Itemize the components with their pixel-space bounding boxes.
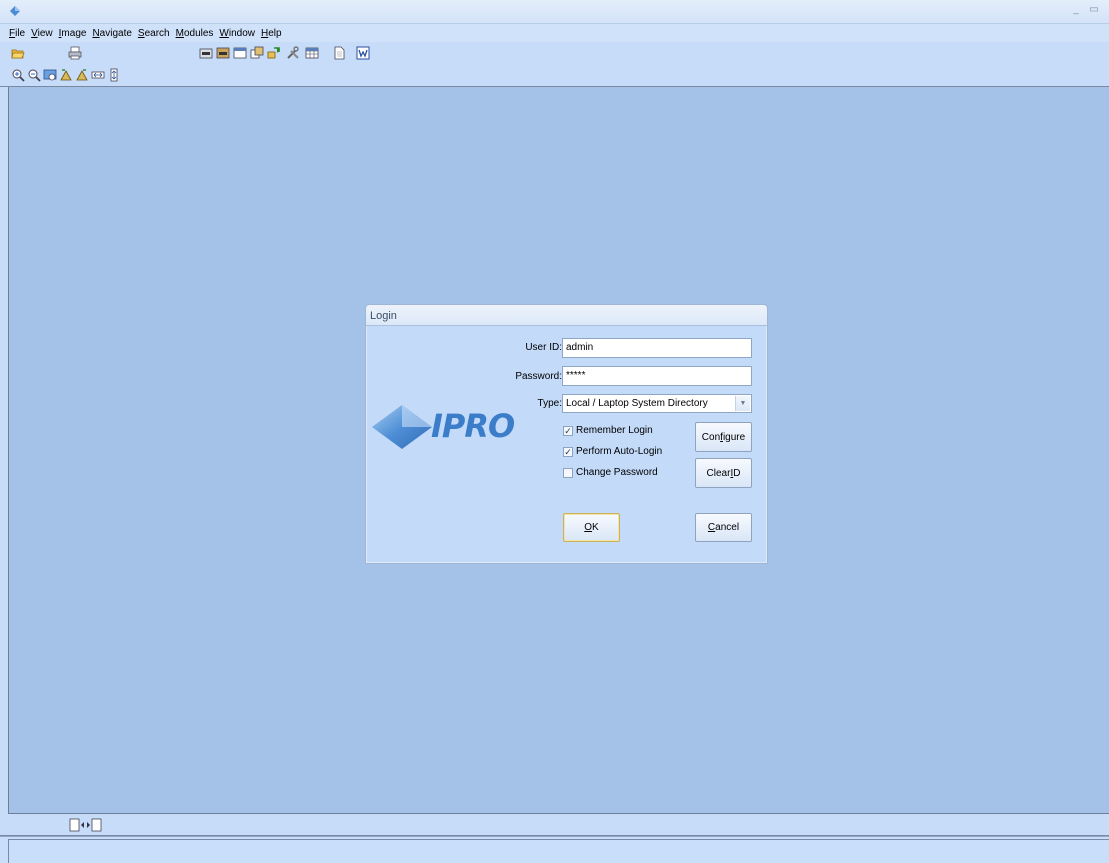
page-navigator-icon[interactable] <box>69 818 103 832</box>
password-label: Password: <box>515 371 562 382</box>
title-bar: _ ▭ <box>0 0 1109 24</box>
menu-window[interactable]: Window <box>216 28 258 39</box>
menu-image[interactable]: Image <box>56 28 90 39</box>
zoom-in-icon[interactable] <box>10 67 25 82</box>
cancel-button[interactable]: Cancel <box>695 513 752 542</box>
type-select-value: Local / Laptop System Directory <box>566 398 708 409</box>
remember-login-checkbox[interactable]: ✓ Remember Login <box>563 425 653 436</box>
menu-bar: File View Image Navigate Search Modules … <box>0 24 1109 42</box>
checkbox-box[interactable]: ✓ <box>563 446 573 457</box>
dialog-title: Login <box>366 305 767 326</box>
logo-text: IPRO <box>431 407 515 445</box>
ocr-batch-icon[interactable] <box>215 45 230 60</box>
clear-id-button[interactable]: Clear ID <box>695 458 752 488</box>
menu-file[interactable]: File <box>6 28 28 39</box>
page-nav-strip <box>0 814 1109 836</box>
open-folder-icon[interactable] <box>10 45 25 60</box>
word-icon[interactable] <box>355 45 370 60</box>
ipro-diamond-icon <box>372 405 432 449</box>
main-toolbar <box>0 42 1109 64</box>
fit-height-icon[interactable] <box>106 67 121 82</box>
zoom-out-icon[interactable] <box>26 67 41 82</box>
menu-search[interactable]: Search <box>135 28 173 39</box>
checkbox-box[interactable]: ✓ <box>563 425 573 436</box>
fit-page-icon[interactable] <box>42 67 57 82</box>
remember-login-label: Remember Login <box>576 425 653 436</box>
ocr-icon[interactable] <box>198 45 213 60</box>
ipro-logo: IPRO <box>370 403 525 453</box>
password-field[interactable]: ***** <box>562 366 752 386</box>
app-logo-icon <box>10 6 20 16</box>
user-id-label: User ID: <box>525 342 562 353</box>
status-panel <box>8 839 1109 863</box>
login-dialog: Login User ID: admin Password: ***** Typ… <box>365 304 768 564</box>
menu-navigate[interactable]: Navigate <box>89 28 134 39</box>
menu-view[interactable]: View <box>28 28 56 39</box>
auto-login-label: Perform Auto-Login <box>576 446 663 457</box>
change-password-checkbox[interactable]: Change Password <box>563 467 658 478</box>
window-icon[interactable] <box>232 45 247 60</box>
rotate-right-icon[interactable] <box>74 67 89 82</box>
change-password-label: Change Password <box>576 467 658 478</box>
checkbox-box[interactable] <box>563 467 573 478</box>
tools-icon[interactable] <box>285 45 300 60</box>
configure-button[interactable]: Con f igure <box>695 422 752 452</box>
document-icon[interactable] <box>331 45 346 60</box>
print-icon[interactable] <box>67 45 82 60</box>
menu-help[interactable]: Help <box>258 28 285 39</box>
user-id-field[interactable]: admin <box>562 338 752 358</box>
type-select[interactable]: Local / Laptop System Directory ▼ <box>562 394 752 413</box>
fit-width-icon[interactable] <box>90 67 105 82</box>
minimize-button[interactable]: _ <box>1069 3 1083 17</box>
menu-modules[interactable]: Modules <box>173 28 217 39</box>
image-toolbar <box>0 64 1109 87</box>
status-bar <box>0 836 1109 863</box>
ok-button[interactable]: OK <box>563 513 620 542</box>
restore-button[interactable]: ▭ <box>1087 3 1101 17</box>
rotate-left-icon[interactable] <box>58 67 73 82</box>
auto-login-checkbox[interactable]: ✓ Perform Auto-Login <box>563 446 662 457</box>
grid-icon[interactable] <box>304 45 319 60</box>
chevron-down-icon[interactable]: ▼ <box>735 396 750 411</box>
export-icon[interactable] <box>249 45 264 60</box>
transfer-icon[interactable] <box>266 45 281 60</box>
